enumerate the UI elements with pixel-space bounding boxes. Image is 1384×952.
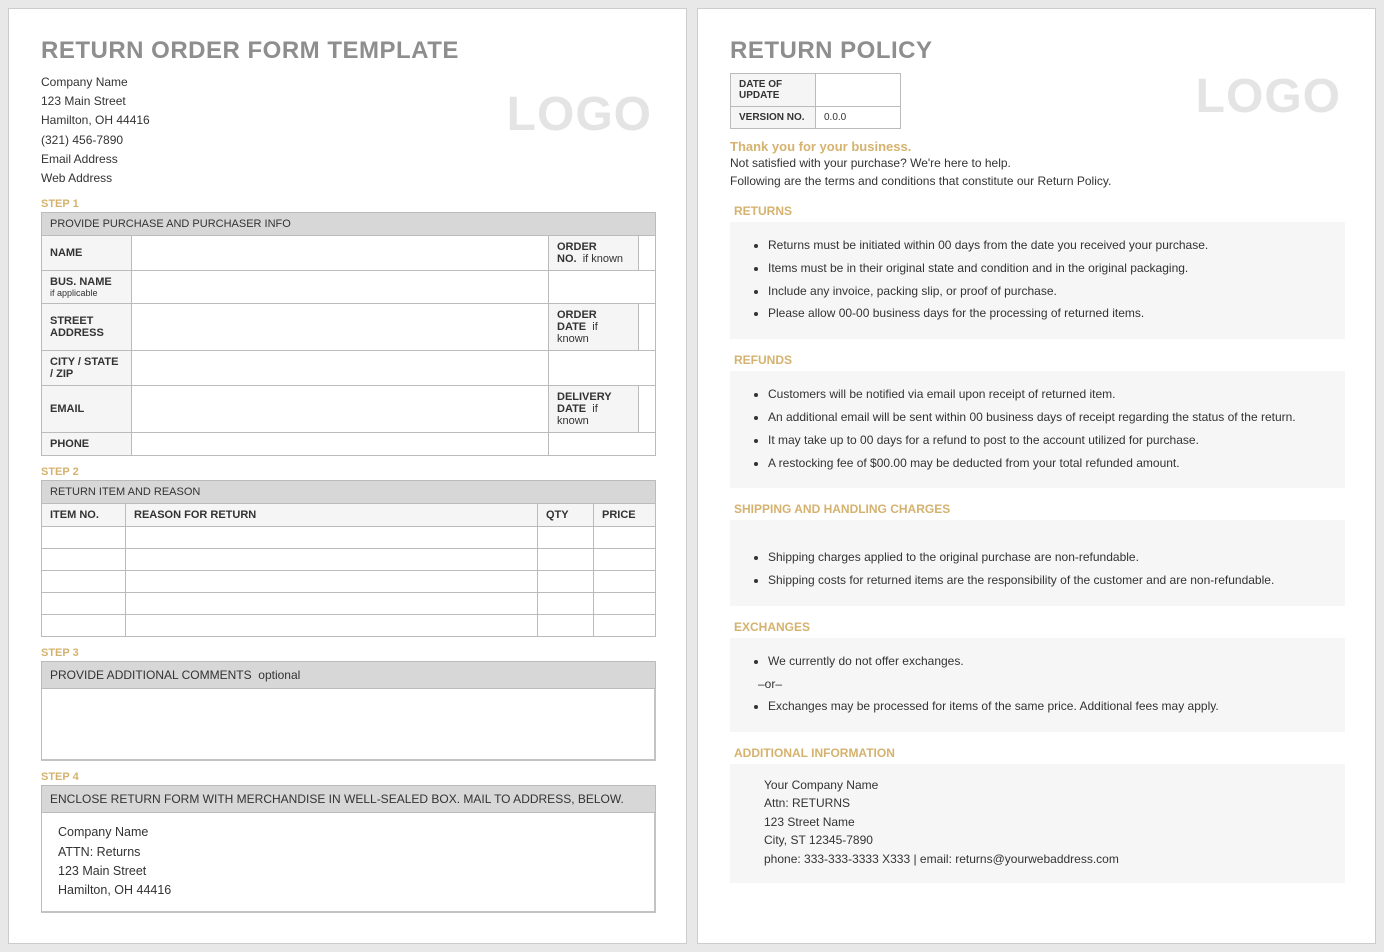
shipping-item: Shipping costs for returned items are th… [768,569,1329,592]
addl-line: City, ST 12345-7890 [764,831,1329,850]
exchanges-item: We currently do not offer exchanges. [768,650,1329,673]
item-row [42,527,656,549]
step1-label: STEP 1 [41,198,656,210]
refunds-body: Customers will be notified via email upo… [730,371,1345,488]
item-row [42,593,656,615]
logo-placeholder: LOGO [507,87,652,142]
label-phone: PHONE [42,433,132,456]
input-delivery[interactable] [639,386,656,433]
additional-title: ADDITIONAL INFORMATION [730,746,1345,760]
label-street: STREET ADDRESS [42,304,132,351]
label-orderdate: ORDER DATE if known [549,304,639,351]
input-busname[interactable] [132,271,549,304]
return-items-table: RETURN ITEM AND REASON ITEM NO. REASON F… [41,480,656,637]
company-web: Web Address [41,169,656,188]
exchanges-body: We currently do not offer exchanges. –or… [730,638,1345,732]
policy-meta-table: DATE OF UPDATE VERSION NO. 0.0.0 [730,73,901,129]
returns-item: Include any invoice, packing slip, or pr… [768,280,1329,303]
addl-line: Your Company Name [764,776,1329,795]
value-version[interactable]: 0.0.0 [816,107,901,129]
page-title: RETURN ORDER FORM TEMPLATE [41,37,656,65]
intro-block: Not satisfied with your purchase? We're … [730,154,1345,190]
label-csz: CITY / STATE / ZIP [42,351,132,386]
policy-title: RETURN POLICY [730,37,1345,65]
returns-item: Items must be in their original state an… [768,257,1329,280]
input-name[interactable] [132,236,549,271]
label-date-update: DATE OF UPDATE [731,74,816,107]
purchaser-info-table: PROVIDE PURCHASE AND PURCHASER INFO NAME… [41,212,656,456]
mail-city: Hamilton, OH 44416 [58,881,638,900]
returns-body: Returns must be initiated within 00 days… [730,222,1345,339]
return-policy-page: RETURN POLICY LOGO DATE OF UPDATE VERSIO… [697,8,1376,944]
document-wrapper: RETURN ORDER FORM TEMPLATE Company Name … [8,8,1376,944]
value-date-update[interactable] [816,74,901,107]
input-street[interactable] [132,304,549,351]
label-busname: BUS. NAMEif applicable [42,271,132,304]
additional-body: Your Company Name Attn: RETURNS 123 Stre… [730,764,1345,883]
logo-placeholder: LOGO [1196,69,1341,124]
col-itemno: ITEM NO. [42,504,126,527]
refunds-item: A restocking fee of $00.00 may be deduct… [768,452,1329,475]
return-order-form-page: RETURN ORDER FORM TEMPLATE Company Name … [8,8,687,944]
input-spacer-2[interactable] [549,351,656,386]
mail-attn: ATTN: Returns [58,843,638,862]
exchanges-title: EXCHANGES [730,620,1345,634]
refunds-item: Customers will be notified via email upo… [768,383,1329,406]
input-email[interactable] [132,386,549,433]
refunds-item: It may take up to 00 days for a refund t… [768,429,1329,452]
step4-label: STEP 4 [41,771,656,783]
comments-input[interactable] [41,689,656,761]
returns-item: Please allow 00-00 business days for the… [768,302,1329,325]
step3-label: STEP 3 [41,647,656,659]
label-orderno: ORDER NO. if known [549,236,639,271]
shipping-title: SHIPPING AND HANDLING CHARGES [730,502,1345,516]
exchanges-item: Exchanges may be processed for items of … [768,695,1329,718]
shipping-body: Shipping charges applied to the original… [730,520,1345,606]
returns-title: RETURNS [730,204,1345,218]
label-version: VERSION NO. [731,107,816,129]
input-orderdate[interactable] [639,304,656,351]
step2-label: STEP 2 [41,466,656,478]
mail-to-block: Company Name ATTN: Returns 123 Main Stre… [41,813,656,913]
exchanges-or: –or– [746,673,1329,695]
col-reason: REASON FOR RETURN [126,504,538,527]
addl-line: 123 Street Name [764,813,1329,832]
col-qty: QTY [538,504,594,527]
label-name: NAME [42,236,132,271]
col-price: PRICE [594,504,656,527]
step1-header: PROVIDE PURCHASE AND PURCHASER INFO [42,213,656,236]
label-email: EMAIL [42,386,132,433]
item-row [42,549,656,571]
input-spacer[interactable] [549,271,656,304]
addl-line: phone: 333-333-3333 X333 | email: return… [764,850,1329,869]
input-csz[interactable] [132,351,549,386]
mail-name: Company Name [58,823,638,842]
step3-header: PROVIDE ADDITIONAL COMMENTS optional [41,661,656,689]
label-delivery: DELIVERY DATE if known [549,386,639,433]
item-row [42,571,656,593]
company-email: Email Address [41,150,656,169]
step4-header: ENCLOSE RETURN FORM WITH MERCHANDISE IN … [41,785,656,813]
shipping-item: Shipping charges applied to the original… [768,546,1329,569]
input-orderno[interactable] [639,236,656,271]
mail-street: 123 Main Street [58,862,638,881]
step2-header: RETURN ITEM AND REASON [42,481,656,504]
refunds-item: An additional email will be sent within … [768,406,1329,429]
thank-you-line: Thank you for your business. [730,139,1345,154]
input-phone[interactable] [132,433,549,456]
returns-item: Returns must be initiated within 00 days… [768,234,1329,257]
item-row [42,615,656,637]
addl-line: Attn: RETURNS [764,794,1329,813]
input-spacer-3[interactable] [549,433,656,456]
refunds-title: REFUNDS [730,353,1345,367]
